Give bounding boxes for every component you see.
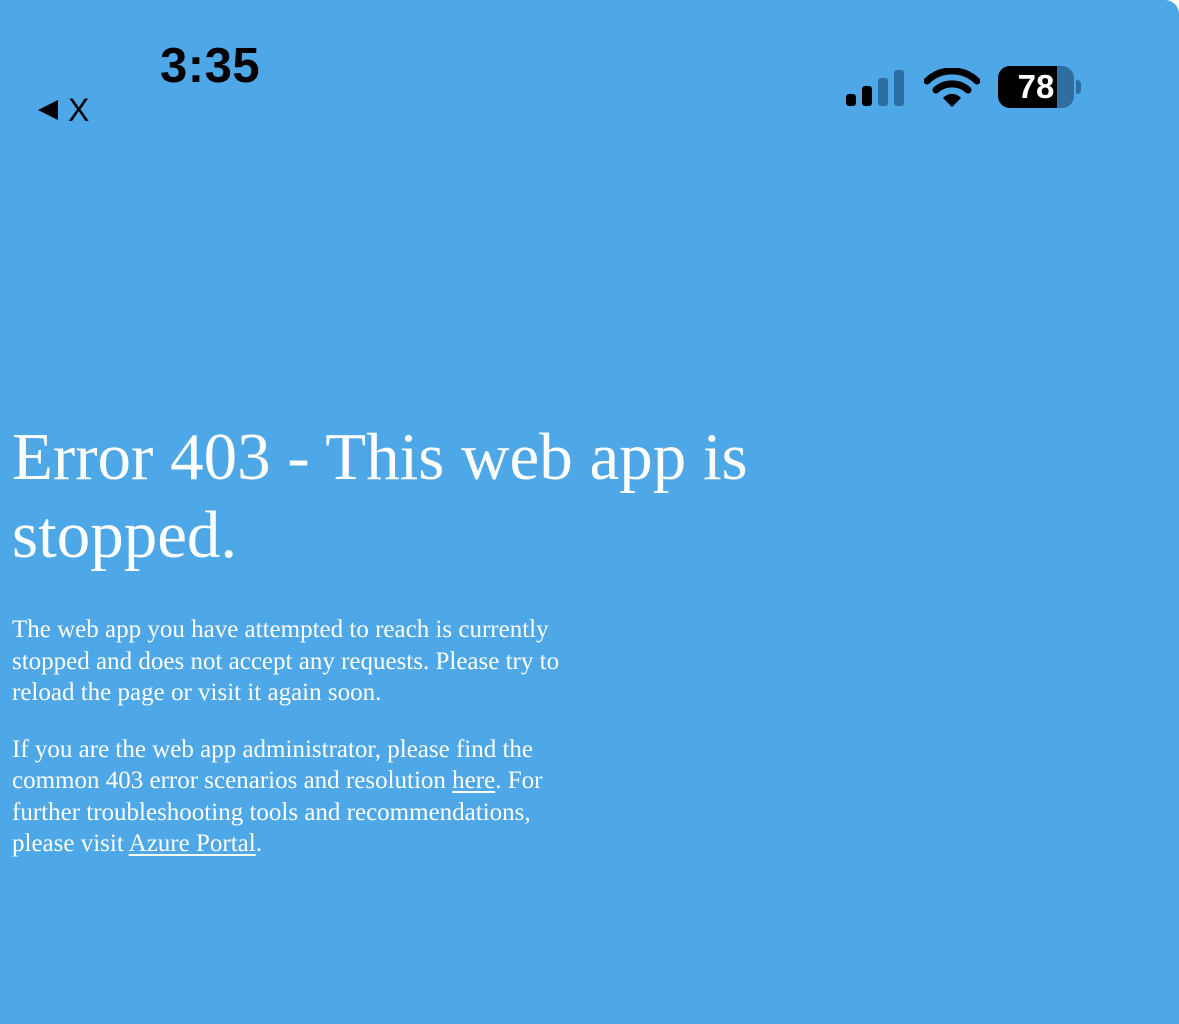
back-app-label: X (68, 92, 90, 128)
back-arrow-icon (38, 100, 58, 120)
admin-help-text-part3: . (255, 830, 262, 857)
phone-screen: 3:35 X 78 Error 403 - This web app is st… (0, 0, 1179, 1024)
admin-help-text: If you are the web app administrator, pl… (12, 734, 592, 860)
page-title: Error 403 - This web app is stopped. (12, 420, 748, 572)
error-content: Error 403 - This web app is stopped. The… (12, 418, 842, 860)
azure-portal-link[interactable]: Azure Portal (129, 830, 256, 857)
signal-bar (878, 78, 888, 106)
signal-bar (862, 86, 872, 106)
battery-cap (1076, 80, 1081, 94)
status-time: 3:35 (160, 39, 261, 93)
battery-body: 78 (998, 66, 1074, 108)
battery-level: 78 (1017, 68, 1055, 105)
signal-bar (894, 70, 904, 106)
cellular-signal-icon (846, 70, 904, 106)
back-to-app-button[interactable]: X (38, 90, 89, 130)
wifi-icon (924, 68, 980, 107)
battery-icon: 78 (998, 66, 1084, 110)
error-description: The web app you have attempted to reach … (12, 616, 560, 706)
here-link[interactable]: here (452, 767, 495, 794)
signal-bar (846, 94, 856, 106)
